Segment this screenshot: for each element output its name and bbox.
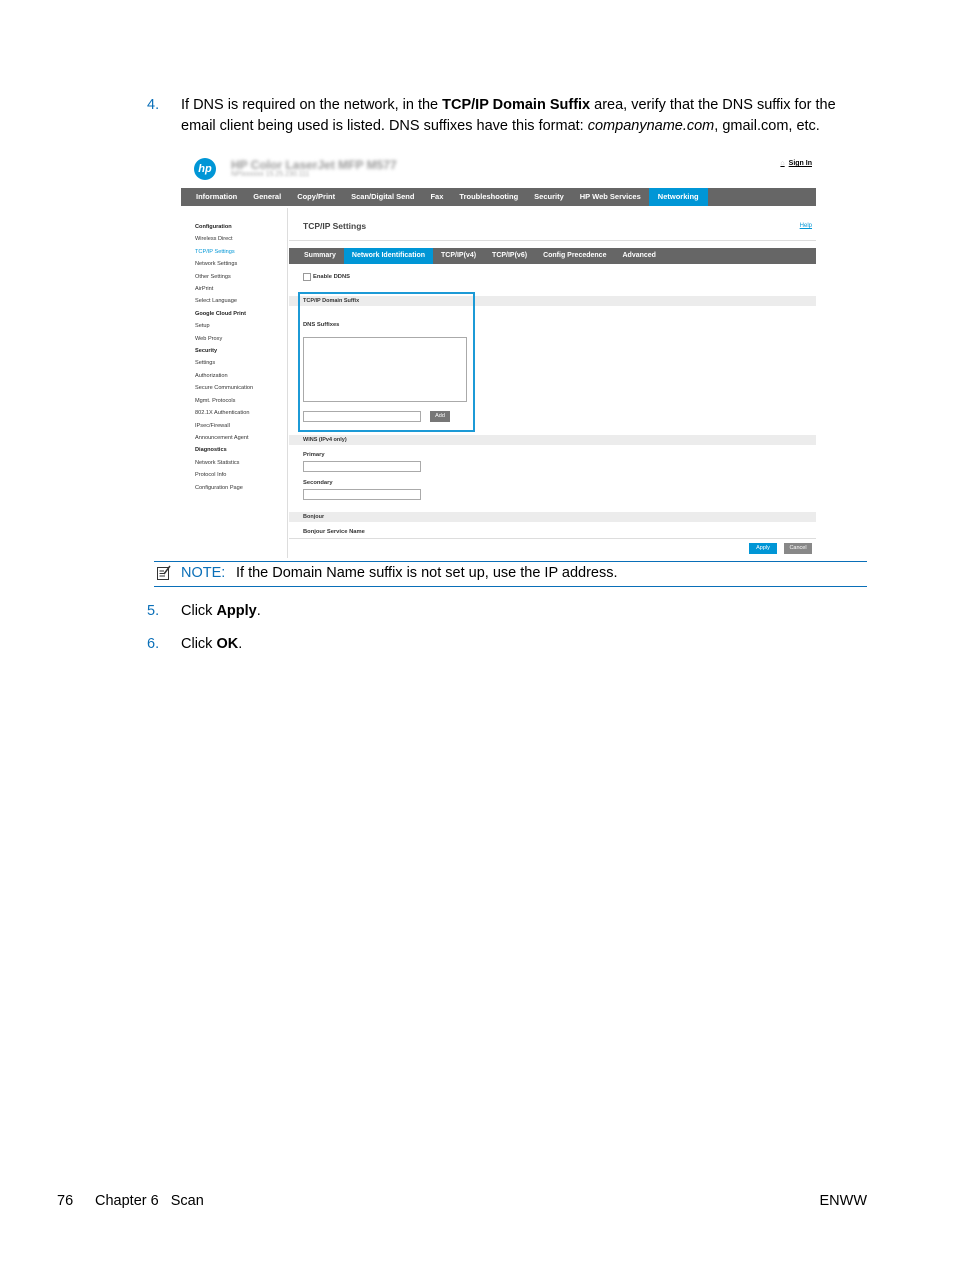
divider	[289, 538, 816, 539]
ui-term: OK	[216, 636, 239, 652]
page-title: TCP/IP Settings	[303, 221, 367, 231]
step-number: 4.	[147, 97, 160, 113]
sidebar-item-wireless-direct[interactable]: Wireless Direct	[195, 233, 290, 245]
left-nav: Configuration Wireless Direct TCP/IP Setti…	[195, 221, 290, 494]
top-nav: Information General Copy/Print Scan/Digital…	[181, 188, 816, 206]
section-bonjour: Bonjour	[303, 514, 325, 520]
ews-screenshot: hp HP Color LaserJet MFP M577 NPIxxxxxx …	[181, 150, 817, 558]
step-text: If DNS is required on the network, in th…	[181, 97, 836, 134]
primary-label: Primary	[303, 452, 325, 458]
tab-general[interactable]: General	[245, 188, 289, 206]
sidebar-item-diagnostics[interactable]: Diagnostics	[195, 444, 290, 456]
sub-nav: Summary Network Identification TCP/IP(v4) T…	[289, 248, 816, 264]
subtab-tcp-ip-v6-[interactable]: TCP/IP(v6)	[484, 248, 535, 264]
sidebar-item-secure-communication[interactable]: Secure Communication	[195, 382, 290, 394]
note-label: NOTE:	[181, 565, 226, 581]
subtab-summary[interactable]: Summary	[289, 248, 344, 264]
printer-subtitle: NPIxxxxxx 15.25.230.111	[231, 171, 310, 178]
chapter-label: Chapter 6 Scan	[95, 1193, 204, 1209]
bonjour-service-name-label: Bonjour Service Name	[303, 529, 365, 535]
sidebar-item-airprint[interactable]: AirPrint	[195, 283, 290, 295]
cancel-button[interactable]: Cancel	[784, 543, 812, 554]
tab-fax[interactable]: Fax	[422, 188, 451, 206]
highlight-box	[298, 292, 475, 432]
sidebar-item-configuration[interactable]: Configuration	[195, 221, 290, 233]
note-icon	[157, 565, 171, 580]
tab-security[interactable]: Security	[526, 188, 572, 206]
note-box: NOTE: If the Domain Name suffix is not s…	[154, 561, 867, 587]
section-bar	[289, 435, 816, 445]
section-wins: WINS (IPv4 only)	[303, 437, 347, 443]
divider	[289, 240, 816, 241]
subtab-network-identification[interactable]: Network Identification	[343, 248, 434, 264]
sidebar-item-802-1x-authentication[interactable]: 802.1X Authentication	[195, 407, 290, 419]
tab-troubleshooting[interactable]: Troubleshooting	[451, 188, 526, 206]
printer-title: HP Color LaserJet MFP M577	[231, 158, 397, 172]
sign-in-link[interactable]: ⌂ Sign In	[780, 160, 812, 167]
sidebar-item-tcp-ip-settings[interactable]: TCP/IP Settings	[195, 246, 290, 258]
sidebar-item-google-cloud-print[interactable]: Google Cloud Print	[195, 308, 290, 320]
ui-term: Apply	[216, 603, 257, 619]
help-link[interactable]: Help	[800, 223, 812, 229]
subtab-tcp-ip-v4-[interactable]: TCP/IP(v4)	[433, 248, 484, 264]
secondary-input[interactable]	[303, 489, 421, 500]
sidebar-item-network-settings[interactable]: Network Settings	[195, 258, 290, 270]
sidebar-item-configuration-page[interactable]: Configuration Page	[195, 482, 290, 494]
tab-hp-web-services[interactable]: HP Web Services	[572, 188, 649, 206]
note-text: If the Domain Name suffix is not set up,…	[236, 565, 618, 581]
sidebar-item-setup[interactable]: Setup	[195, 320, 290, 332]
section-bar	[289, 512, 816, 522]
step-number: 6.	[147, 636, 160, 652]
divider	[287, 208, 288, 558]
primary-input[interactable]	[303, 461, 421, 472]
sidebar-item-security[interactable]: Security	[195, 345, 290, 357]
sidebar-item-announcement-agent[interactable]: Announcement Agent	[195, 432, 290, 444]
footer-right: ENWW	[819, 1193, 867, 1209]
tab-copy-print[interactable]: Copy/Print	[289, 188, 343, 206]
secondary-label: Secondary	[303, 480, 333, 486]
sidebar-item-ipsec-firewall[interactable]: IPsec/Firewall	[195, 420, 290, 432]
page-number: 76	[57, 1193, 74, 1209]
apply-button[interactable]: Apply	[749, 543, 777, 554]
sidebar-item-network-statistics[interactable]: Network Statistics	[195, 457, 290, 469]
tab-networking[interactable]: Networking	[648, 188, 708, 206]
home-icon: ⌂	[780, 160, 785, 167]
sidebar-item-mgmt-protocols[interactable]: Mgmt. Protocols	[195, 395, 290, 407]
sidebar-item-protocol-info[interactable]: Protocol Info	[195, 469, 290, 481]
ui-term: TCP/IP Domain Suffix	[442, 97, 591, 113]
sidebar-item-select-language[interactable]: Select Language	[195, 295, 290, 307]
subtab-config-precedence[interactable]: Config Precedence	[535, 248, 614, 264]
enable-ddns-checkbox[interactable]: Enable DDNS	[303, 273, 350, 281]
subtab-advanced[interactable]: Advanced	[614, 248, 663, 264]
step-number: 5.	[147, 603, 160, 619]
sidebar-item-other-settings[interactable]: Other Settings	[195, 271, 290, 283]
checkbox[interactable]	[303, 273, 311, 281]
step-text: Click OK.	[181, 636, 243, 652]
sidebar-item-settings[interactable]: Settings	[195, 357, 290, 369]
sidebar-item-authorization[interactable]: Authorization	[195, 370, 290, 382]
step-text: Click Apply.	[181, 603, 261, 619]
tab-scan-digital-send[interactable]: Scan/Digital Send	[343, 188, 422, 206]
sidebar-item-web-proxy[interactable]: Web Proxy	[195, 333, 290, 345]
hp-logo: hp	[194, 158, 216, 180]
tab-information[interactable]: Information	[181, 188, 245, 206]
